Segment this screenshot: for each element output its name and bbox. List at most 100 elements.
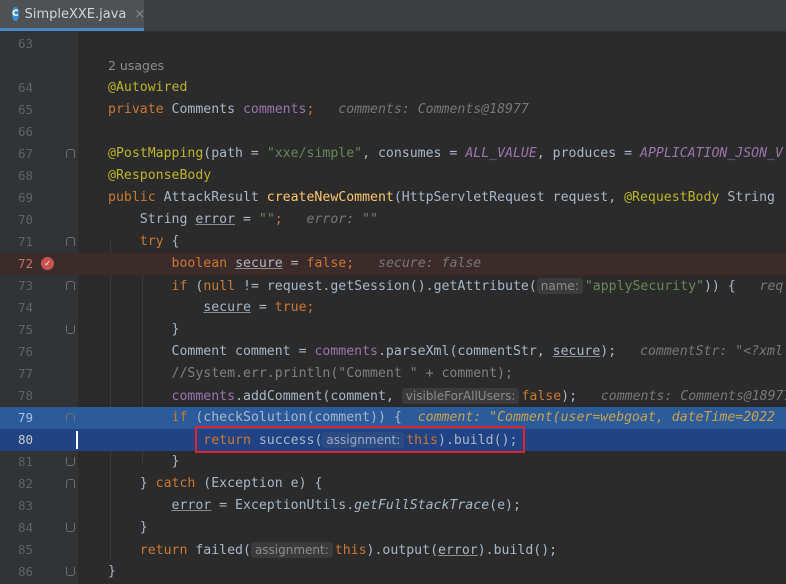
- punct: ;: [306, 300, 315, 315]
- annotation: @PostMapping: [108, 146, 204, 161]
- code-text: }: [171, 322, 180, 337]
- code-text: );: [600, 344, 617, 359]
- fold-icon[interactable]: [66, 325, 75, 334]
- fold-icon[interactable]: [66, 567, 75, 576]
- code-line-63[interactable]: 63: [0, 33, 786, 55]
- code-line-70[interactable]: 70 String error = ""; error: "": [0, 209, 786, 231]
- keyword: true: [274, 300, 307, 315]
- fold-icon[interactable]: [66, 281, 75, 290]
- inline-debug-value: error: "": [306, 212, 379, 227]
- keyword: return: [139, 543, 188, 558]
- code-line-78[interactable]: 78 comments.addComment(comment, visibleF…: [0, 385, 786, 407]
- keyword: public: [108, 190, 156, 205]
- code-line-68[interactable]: 68 @ResponseBody: [0, 165, 786, 187]
- code-line-77[interactable]: 77 //System.err.println("Comment " + com…: [0, 363, 786, 385]
- code-text: );: [561, 389, 578, 404]
- code-line-86[interactable]: 86 }: [0, 561, 786, 583]
- code-line-72[interactable]: 72 ✓ boolean secure = false; secure: fal…: [0, 253, 786, 275]
- code-line-65[interactable]: 65 private Comments comments; comments: …: [0, 99, 786, 121]
- line-number: 81: [17, 454, 33, 469]
- keyword: false: [521, 389, 562, 404]
- code-line-75[interactable]: 75 }: [0, 319, 786, 341]
- line-number: 78: [17, 388, 33, 403]
- string: "xxe/simple": [266, 146, 363, 161]
- keyword: if: [171, 279, 188, 294]
- code-text: , produces =: [536, 146, 640, 161]
- keyword: false: [306, 256, 347, 271]
- punct: ;: [306, 102, 315, 117]
- line-number: 66: [17, 124, 33, 139]
- annotation: @RequestBody: [624, 190, 720, 205]
- fold-icon[interactable]: [66, 149, 75, 158]
- java-class-icon: C: [12, 7, 19, 21]
- code-text: (Exception e) {: [195, 476, 323, 491]
- method-name: createNewComment: [266, 190, 394, 205]
- fold-icon[interactable]: [66, 413, 75, 422]
- inline-debug-value: comments: Comments@18977: [338, 102, 529, 117]
- line-number: 86: [17, 564, 33, 579]
- line-number: 76: [17, 344, 33, 359]
- code-text: }: [139, 520, 148, 535]
- line-number: 68: [17, 168, 33, 183]
- close-icon[interactable]: ×: [134, 7, 145, 22]
- breakpoint-icon[interactable]: ✓: [41, 257, 54, 270]
- code-text: }: [139, 476, 156, 491]
- fold-icon[interactable]: [66, 237, 75, 246]
- code-text: String: [139, 212, 196, 227]
- line-number: 83: [17, 498, 33, 513]
- code-text: Comment comment =: [171, 344, 315, 359]
- code-line-81[interactable]: 81 }: [0, 451, 786, 473]
- keyword: catch: [155, 476, 196, 491]
- code-line-85[interactable]: 85 return failed(assignment: this).output…: [0, 539, 786, 561]
- fold-icon[interactable]: [66, 523, 75, 532]
- parameter-hint: name:: [536, 278, 583, 294]
- parameter-hint: assignment:: [250, 542, 333, 558]
- code-text: }: [171, 454, 180, 469]
- code-text: )) {: [703, 279, 736, 294]
- line-number: 85: [17, 542, 33, 557]
- fold-icon[interactable]: [66, 457, 75, 466]
- constant: APPLICATION_JSON_V: [640, 146, 783, 161]
- code-line-69[interactable]: 69 public AttackResult createNewComment(…: [0, 187, 786, 209]
- line-number: 79: [17, 410, 33, 425]
- code-text: {: [163, 234, 180, 249]
- variable: secure: [235, 256, 283, 271]
- code-line-84[interactable]: 84 }: [0, 517, 786, 539]
- keyword: try: [139, 234, 164, 249]
- code-text: .parseXml(commentStr,: [377, 344, 553, 359]
- line-number: 73: [17, 278, 33, 293]
- constant: ALL_VALUE: [465, 146, 537, 161]
- fold-icon[interactable]: [66, 479, 75, 488]
- code-line-82[interactable]: 82 } catch (Exception e) {: [0, 473, 786, 495]
- comment: //System.err.println("Comment " + commen…: [171, 366, 513, 381]
- code-editor[interactable]: 63 2 usages 64 @Autowired 65 private Com…: [0, 31, 786, 584]
- usages-hint-text[interactable]: 2 usages: [108, 55, 164, 77]
- line-number: 70: [17, 212, 33, 227]
- type: Comments: [163, 102, 243, 117]
- code-line-64[interactable]: 64 @Autowired: [0, 77, 786, 99]
- code-text: }: [108, 564, 116, 579]
- code-line-71[interactable]: 71 try {: [0, 231, 786, 253]
- code-line-74[interactable]: 74 secure = true;: [0, 297, 786, 319]
- variable: secure: [552, 344, 601, 359]
- variable: error: [438, 543, 478, 558]
- field: comments: [314, 344, 378, 359]
- variable: secure: [203, 300, 251, 315]
- usages-hint[interactable]: 2 usages: [0, 55, 786, 77]
- line-number: 63: [17, 36, 33, 51]
- code-text: (: [187, 279, 204, 294]
- code-text: =: [250, 300, 275, 315]
- field: comments: [242, 102, 307, 117]
- code-line-83[interactable]: 83 error = ExceptionUtils.getFullStackTr…: [0, 495, 786, 517]
- variable: error: [195, 212, 236, 227]
- line-number: 71: [17, 234, 33, 249]
- code-line-67[interactable]: 67 @PostMapping(path = "xxe/simple", con…: [0, 143, 786, 165]
- inline-debug-value: secure: false: [378, 256, 482, 271]
- code-line-66[interactable]: 66: [0, 121, 786, 143]
- code-line-73[interactable]: 73 if (null != request.getSession().getA…: [0, 275, 786, 297]
- code-line-76[interactable]: 76 Comment comment = comments.parseXml(c…: [0, 341, 786, 363]
- tab-simplexxe-java[interactable]: C SimpleXXE.java ×: [0, 0, 145, 31]
- line-number: 65: [17, 102, 33, 117]
- code-text: String: [719, 190, 775, 205]
